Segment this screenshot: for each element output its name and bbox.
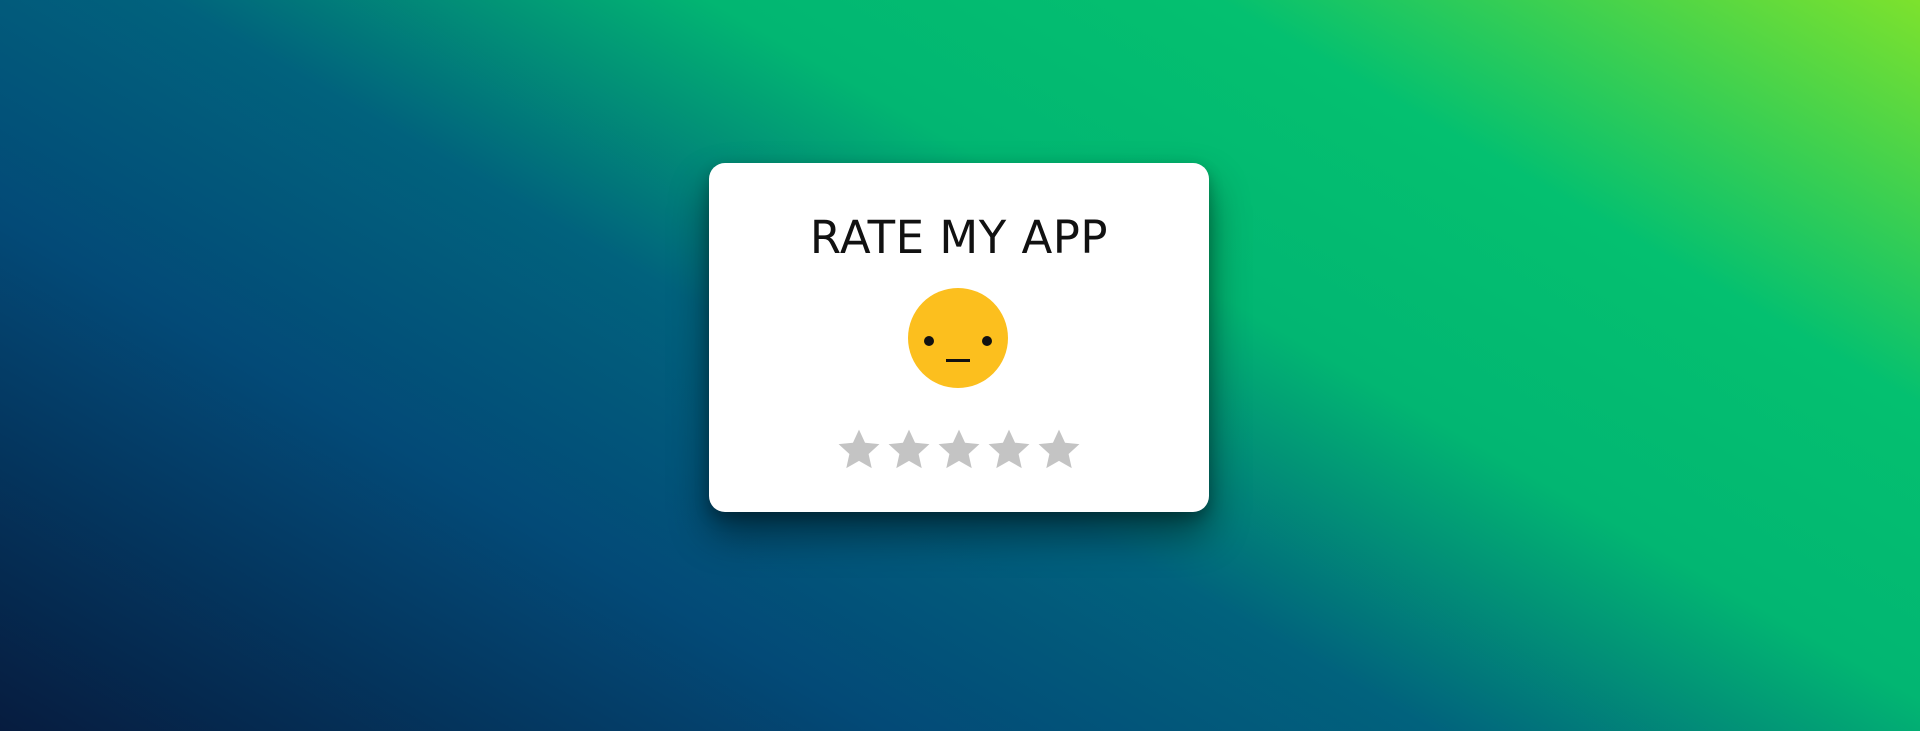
card-title: RATE MY APP [809,211,1109,264]
left-eye [924,336,934,346]
star-rating [709,425,1209,475]
mouth [946,359,970,362]
star-5-icon[interactable] [1034,425,1084,475]
right-eye [982,336,992,346]
neutral-face-icon [908,288,1008,388]
star-3-icon[interactable] [934,425,984,475]
rating-card: RATE MY APP [709,163,1209,512]
star-2-icon[interactable] [884,425,934,475]
star-4-icon[interactable] [984,425,1034,475]
star-1-icon[interactable] [834,425,884,475]
